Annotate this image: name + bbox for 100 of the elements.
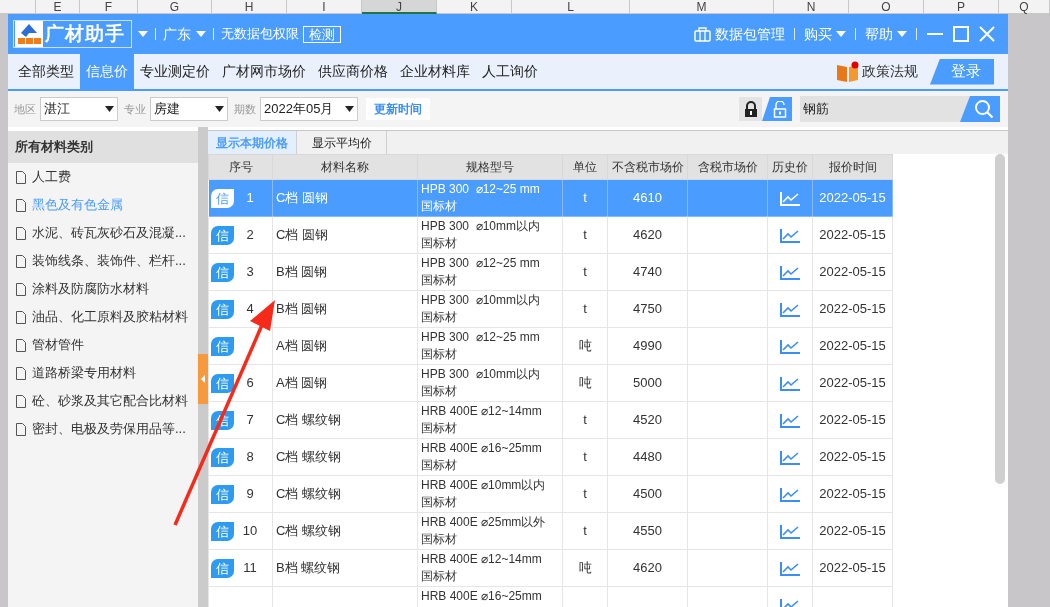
line-chart-icon[interactable] <box>780 376 800 391</box>
filter-dropdown[interactable]: 房建 <box>150 97 228 121</box>
info-badge: 信 <box>211 558 234 578</box>
caret-icon <box>196 31 206 37</box>
left-arrow-icon <box>201 375 205 383</box>
table-cell: C档 圆钢 <box>272 179 418 217</box>
lock-button[interactable] <box>739 97 762 121</box>
table-row[interactable]: HRB 400E ⌀16~25mm <box>208 586 893 607</box>
unlock-icon <box>773 100 787 118</box>
table-cell: t <box>562 253 608 291</box>
table-cell: t <box>562 179 608 217</box>
table-cell: 4550 <box>607 512 688 550</box>
category-item[interactable]: 砼、砂浆及其它配合比材料 <box>8 387 198 415</box>
table-row[interactable]: 信 10 C档 螺纹钢 HRB 400E ⌀25mm以外 国标材 t 4550 2022-05-15 <box>208 512 893 550</box>
tab[interactable]: 全部类型 <box>12 54 80 89</box>
table-row[interactable]: 信 A档 圆钢 HPB 300 ⌀12~25 mm 国标材 吨 4990 2022-05-15 <box>208 327 893 365</box>
table-cell: 2022-05-15 <box>812 290 893 328</box>
caret-icon <box>345 106 354 112</box>
line-chart-icon[interactable] <box>780 339 800 354</box>
line-chart-icon[interactable] <box>780 265 800 280</box>
category-item[interactable]: 涂料及防腐防水材料 <box>8 275 198 303</box>
line-chart-icon[interactable] <box>780 561 800 576</box>
table-row[interactable]: 信 4 B档 圆钢 HPB 300 ⌀10mm以内 国标材 t 4750 2022-05-15 <box>208 290 893 328</box>
search-icon <box>974 99 994 119</box>
info-badge: 信 <box>211 373 234 393</box>
table-cell: 2022-05-15 <box>812 475 893 513</box>
caret-icon <box>897 31 907 37</box>
row-number: 8 <box>245 448 255 467</box>
tab[interactable]: 企业材料库 <box>394 54 476 89</box>
table-cell: t <box>562 438 608 476</box>
line-chart-icon[interactable] <box>780 450 800 465</box>
category-item[interactable]: 密封、电极及劳保用品等... <box>8 415 198 443</box>
collapse-handle[interactable] <box>198 354 208 404</box>
table-cell: t <box>562 401 608 439</box>
caret-icon <box>836 31 846 37</box>
table-cell: 2022-05-15 <box>812 253 893 291</box>
category-item[interactable]: 管材管件 <box>8 331 198 359</box>
scrollbar[interactable] <box>995 154 1005 484</box>
table-row[interactable]: 信 3 B档 圆钢 HPB 300 ⌀12~25 mm 国标材 t 4740 2022-05-15 <box>208 253 893 291</box>
row-number: 9 <box>245 485 255 504</box>
document-icon <box>16 422 26 436</box>
filter-label: 期数 <box>234 101 256 117</box>
table-row[interactable]: 信 6 A档 圆钢 HPB 300 ⌀10mm以内 国标材 吨 5000 2022-05-15 <box>208 364 893 402</box>
table-cell: B档 螺纹钢 <box>272 549 418 587</box>
table-cell: HPB 300 ⌀12~25 mm 国标材 <box>417 253 563 291</box>
table-cell: C档 圆钢 <box>272 216 418 254</box>
table-cell: 吨 <box>562 327 608 365</box>
caret-icon[interactable] <box>138 31 148 37</box>
table-cell: HRB 400E ⌀10mm以内 国标材 <box>417 475 563 513</box>
maximize-icon[interactable] <box>952 25 970 43</box>
category-item[interactable]: 人工费 <box>8 163 198 191</box>
line-chart-icon[interactable] <box>780 228 800 243</box>
table-cell: 吨 <box>562 549 608 587</box>
lock-icon <box>743 100 758 118</box>
table-cell: 2022-05-15 <box>812 512 893 550</box>
close-icon[interactable] <box>978 25 996 43</box>
column-header: 历史价 <box>767 154 813 180</box>
table-cell: 4740 <box>607 253 688 291</box>
book-icon[interactable] <box>836 60 860 83</box>
table-row[interactable]: 信 2 C档 圆钢 HPB 300 ⌀10mm以内 国标材 t 4620 2022-05-15 <box>208 216 893 254</box>
table-cell: t <box>562 290 608 328</box>
tab[interactable]: 人工询价 <box>476 54 544 89</box>
category-item[interactable]: 道路桥梁专用材料 <box>8 359 198 387</box>
table-cell: HRB 400E ⌀12~14mm 国标材 <box>417 401 563 439</box>
info-badge: 信 <box>211 262 234 282</box>
category-item[interactable]: 装饰线条、装饰件、栏杆... <box>8 247 198 275</box>
table-cell: 4990 <box>607 327 688 365</box>
table-cell: C档 螺纹钢 <box>272 475 418 513</box>
category-item[interactable]: 水泥、砖瓦灰砂石及混凝... <box>8 219 198 247</box>
line-chart-icon[interactable] <box>780 524 800 539</box>
tab[interactable]: 供应商价格 <box>312 54 394 89</box>
line-chart-icon[interactable] <box>780 487 800 502</box>
filter-label: 专业 <box>124 101 146 117</box>
table-cell: HRB 400E ⌀12~14mm 国标材 <box>417 549 563 587</box>
document-icon <box>16 366 26 380</box>
table-row[interactable]: 信 9 C档 螺纹钢 HRB 400E ⌀10mm以内 国标材 t 4500 2022-05-15 <box>208 475 893 513</box>
table-cell: 4480 <box>607 438 688 476</box>
table-row[interactable]: 信 11 B档 螺纹钢 HRB 400E ⌀12~14mm 国标材 吨 4620 2022-05-15 <box>208 549 893 587</box>
table-cell: 5000 <box>607 364 688 402</box>
table-cell: 2022-05-15 <box>812 401 893 439</box>
line-chart-icon[interactable] <box>780 413 800 428</box>
table-cell: 4620 <box>607 549 688 587</box>
caret-icon <box>105 106 114 112</box>
table-cell: HPB 300 ⌀10mm以内 国标材 <box>417 216 563 254</box>
table-cell: 2022-05-15 <box>812 364 893 402</box>
table-row[interactable]: 信 8 C档 螺纹钢 HRB 400E ⌀16~25mm 国标材 t 4480 2022-05-15 <box>208 438 893 476</box>
search-field[interactable]: 钢筋 <box>800 96 960 122</box>
table-cell: 4620 <box>607 216 688 254</box>
filter-dropdown[interactable]: 湛江 <box>40 97 118 121</box>
tab[interactable]: 广材网市场价 <box>216 54 312 89</box>
document-icon <box>16 198 26 212</box>
column-header: 材料名称 <box>272 154 418 180</box>
row-number: 4 <box>245 300 255 319</box>
line-chart-icon[interactable] <box>780 302 800 317</box>
tab[interactable]: 专业测定价 <box>134 54 216 89</box>
policy-link[interactable]: 政策法规 <box>862 61 918 82</box>
category-item[interactable]: 油品、化工原料及胶粘材料 <box>8 303 198 331</box>
filter-dropdown[interactable]: 2022年05月 <box>260 97 358 121</box>
search-button[interactable] <box>960 96 1000 122</box>
document-icon <box>16 226 26 240</box>
